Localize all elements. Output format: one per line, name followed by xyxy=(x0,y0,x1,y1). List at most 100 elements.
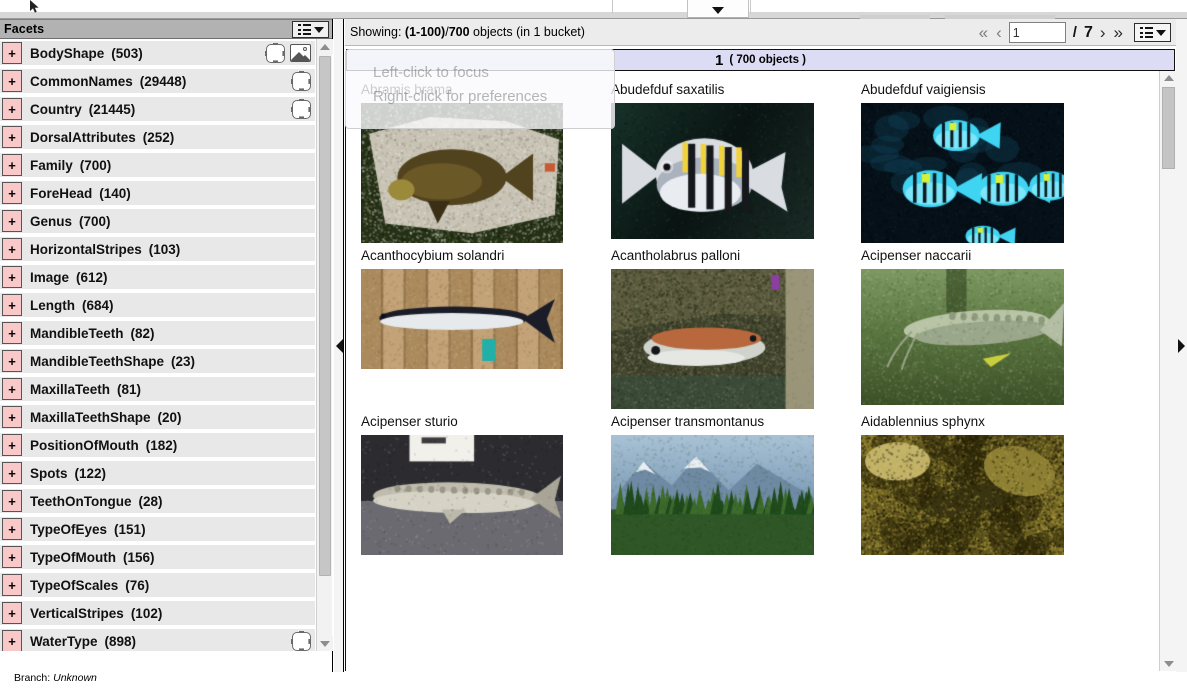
facet-row[interactable]: + TeethOnTongue (28) xyxy=(0,489,315,513)
species-label[interactable]: Acantholabrus palloni xyxy=(611,243,836,269)
species-label[interactable]: Acipenser transmontanus xyxy=(611,409,836,435)
showing-total: 700 xyxy=(449,25,470,39)
facet-row[interactable]: + HorizontalStripes (103) xyxy=(0,237,315,261)
view-menu-button[interactable] xyxy=(1134,23,1171,42)
facet-row[interactable]: + PositionOfMouth (182) xyxy=(0,433,315,457)
crop-icon[interactable] xyxy=(292,100,311,119)
species-label[interactable]: Aidablennius sphynx xyxy=(861,409,1086,435)
bucket-header[interactable]: 1 ( 700 objects ) xyxy=(346,49,1175,71)
grid-cell-thumbnail[interactable] xyxy=(861,435,1086,575)
scroll-down-button[interactable] xyxy=(317,636,333,651)
facet-expand-button[interactable]: + xyxy=(2,42,22,64)
thumbnail-image[interactable] xyxy=(361,103,563,243)
facet-row[interactable]: + Length (684) xyxy=(0,293,315,317)
facet-row[interactable]: + TypeOfEyes (151) xyxy=(0,517,315,541)
facet-row[interactable]: + MandibleTeethShape (23) xyxy=(0,349,315,373)
facet-expand-button[interactable]: + xyxy=(2,98,22,120)
facet-row[interactable]: + Image (612) xyxy=(0,265,315,289)
thumbnail-image[interactable] xyxy=(611,435,814,555)
next-page-button[interactable]: › xyxy=(1099,24,1107,41)
facet-expand-button[interactable]: + xyxy=(2,462,22,484)
facet-expand-button[interactable]: + xyxy=(2,350,22,372)
facet-row[interactable]: + MaxillaTeeth (81) xyxy=(0,377,315,401)
crop-icon[interactable] xyxy=(292,72,311,91)
chrome-dropdown-button[interactable] xyxy=(687,0,749,18)
thumbnail-image[interactable] xyxy=(611,269,814,409)
panel-splitter[interactable] xyxy=(334,19,344,672)
grid-cell-thumbnail[interactable] xyxy=(861,269,1086,409)
facet-row[interactable]: + Family (700) xyxy=(0,153,315,177)
thumbnail-image[interactable] xyxy=(861,103,1064,243)
results-scroll-thumb[interactable] xyxy=(1162,87,1175,169)
thumbnail-image[interactable] xyxy=(361,435,563,555)
page-number-input[interactable] xyxy=(1009,22,1066,43)
grid-cell-thumbnail[interactable] xyxy=(361,103,586,243)
facet-row[interactable]: + Country (21445) xyxy=(0,97,315,121)
facet-expand-button[interactable]: + xyxy=(2,238,22,260)
first-page-button[interactable]: « xyxy=(978,24,989,41)
facet-expand-button[interactable]: + xyxy=(2,378,22,400)
facet-row[interactable]: + DorsalAttributes (252) xyxy=(0,125,315,149)
scroll-up-button[interactable] xyxy=(317,39,333,54)
thumbnail-image[interactable] xyxy=(861,435,1064,555)
species-label[interactable]: Acanthocybium solandri xyxy=(361,243,586,269)
facets-scroll-thumb[interactable] xyxy=(319,56,331,576)
facet-row[interactable]: + TypeOfMouth (156) xyxy=(0,545,315,569)
facet-expand-button[interactable]: + xyxy=(2,322,22,344)
facets-scrollbar[interactable] xyxy=(316,39,332,651)
arrow-left-icon[interactable] xyxy=(336,339,343,353)
scroll-up-button[interactable] xyxy=(1160,71,1176,85)
grid-cell-thumbnail[interactable] xyxy=(361,435,586,575)
right-panel-handle[interactable] xyxy=(1176,19,1187,672)
facet-expand-button[interactable]: + xyxy=(2,126,22,148)
last-page-button[interactable]: » xyxy=(1113,24,1124,41)
prev-page-button[interactable]: ‹ xyxy=(995,24,1003,41)
facet-expand-button[interactable]: + xyxy=(2,154,22,176)
facet-expand-button[interactable]: + xyxy=(2,182,22,204)
facet-expand-button[interactable]: + xyxy=(2,434,22,456)
facet-row[interactable]: + VerticalStripes (102) xyxy=(0,601,315,625)
grid-cell-thumbnail[interactable] xyxy=(361,269,586,409)
species-label[interactable]: Abramis brama xyxy=(361,77,586,103)
facet-expand-button[interactable]: + xyxy=(2,574,22,596)
thumbnail-image[interactable] xyxy=(361,269,563,369)
facet-row[interactable]: + TypeOfScales (76) xyxy=(0,573,315,597)
crop-icon[interactable] xyxy=(266,44,285,63)
thumbnail-image[interactable] xyxy=(611,103,814,239)
grid-cell-thumbnail[interactable] xyxy=(611,103,836,243)
crop-icon[interactable] xyxy=(292,632,311,651)
facet-expand-button[interactable]: + xyxy=(2,630,22,651)
facets-menu-button[interactable] xyxy=(292,21,329,38)
facet-row[interactable]: + BodyShape (503) xyxy=(0,41,315,65)
species-label[interactable]: Acipenser naccarii xyxy=(861,243,1086,269)
facet-row[interactable]: + ForeHead (140) xyxy=(0,181,315,205)
facet-label: VerticalStripes xyxy=(30,606,124,621)
facet-row[interactable]: + Genus (700) xyxy=(0,209,315,233)
species-label[interactable]: Acipenser sturio xyxy=(361,409,586,435)
facet-expand-button[interactable]: + xyxy=(2,602,22,624)
grid-cell-thumbnail[interactable] xyxy=(611,269,836,409)
results-scrollbar[interactable] xyxy=(1159,71,1176,671)
facet-expand-button[interactable]: + xyxy=(2,70,22,92)
facet-expand-button[interactable]: + xyxy=(2,518,22,540)
species-label[interactable]: Abudefduf saxatilis xyxy=(611,77,836,103)
facets-list[interactable]: + BodyShape (503) + CommonNames (29448) + Count… xyxy=(0,39,333,651)
facet-row[interactable]: + WaterType (898) xyxy=(0,629,315,651)
facet-expand-button[interactable]: + xyxy=(2,406,22,428)
grid-cell-thumbnail[interactable] xyxy=(861,103,1086,243)
scroll-down-button[interactable] xyxy=(1160,657,1176,671)
facet-row[interactable]: + MandibleTeeth (82) xyxy=(0,321,315,345)
facet-expand-button[interactable]: + xyxy=(2,266,22,288)
thumbnail-image[interactable] xyxy=(861,269,1064,405)
picture-icon[interactable] xyxy=(290,44,311,62)
facet-row[interactable]: + MaxillaTeethShape (20) xyxy=(0,405,315,429)
facet-expand-button[interactable]: + xyxy=(2,294,22,316)
facet-row[interactable]: + CommonNames (29448) xyxy=(0,69,315,93)
species-label[interactable]: Abudefduf vaigiensis xyxy=(861,77,1086,103)
facet-expand-button[interactable]: + xyxy=(2,546,22,568)
grid-cell-thumbnail[interactable] xyxy=(611,435,836,575)
facet-expand-button[interactable]: + xyxy=(2,490,22,512)
arrow-right-icon[interactable] xyxy=(1178,339,1185,353)
facet-row[interactable]: + Spots (122) xyxy=(0,461,315,485)
facet-expand-button[interactable]: + xyxy=(2,210,22,232)
